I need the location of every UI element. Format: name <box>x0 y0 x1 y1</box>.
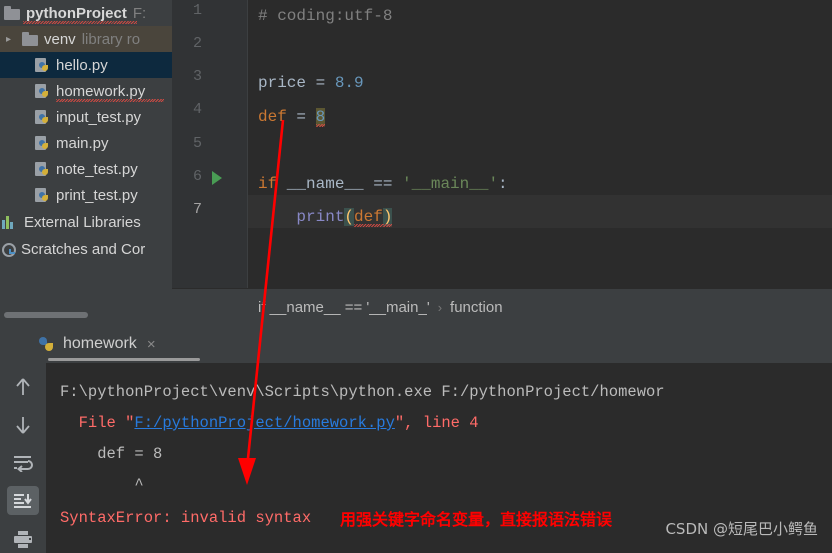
console-line-command: F:\pythonProject\venv\Scripts\python.exe… <box>60 383 665 401</box>
close-icon[interactable]: × <box>147 336 156 353</box>
console-line-caret: ^ <box>60 476 144 494</box>
console-line-file: File "F:/pythonProject/homework.py", lin… <box>60 414 479 432</box>
code-line-3: price = 8.9 <box>258 74 364 92</box>
tree-item-hello-py[interactable]: hello.py <box>0 52 172 78</box>
tree-item-label: pythonProject <box>26 4 127 22</box>
breadcrumb-segment-function[interactable]: function <box>450 299 503 316</box>
spellcheck-squiggle <box>23 21 137 24</box>
tree-item-main-py[interactable]: main.py <box>0 130 172 156</box>
python-file-icon <box>38 336 55 353</box>
folder-icon <box>22 31 39 48</box>
scratches-clock-icon <box>2 243 16 257</box>
folder-icon <box>4 5 21 22</box>
print-icon[interactable] <box>7 524 39 553</box>
line-number: 7 <box>192 201 202 218</box>
down-arrow-icon[interactable] <box>7 411 39 440</box>
code-line-1: # coding:utf-8 <box>258 7 393 25</box>
python-file-icon <box>34 135 51 152</box>
matching-paren: ( <box>344 208 355 226</box>
python-file-icon <box>34 161 51 178</box>
code-line-7: print(def) <box>296 208 393 226</box>
line-number: 6 <box>192 168 202 185</box>
up-arrow-icon[interactable] <box>7 373 39 402</box>
run-gutter-icon[interactable] <box>212 171 222 185</box>
code-line-6: if __name__ == '__main__': <box>258 174 508 193</box>
run-tab-bar: homework × <box>22 325 832 363</box>
tree-item-label: input_test.py <box>56 108 142 126</box>
tree-item-label: External Libraries <box>24 213 141 231</box>
python-file-icon <box>34 83 51 100</box>
editor-gutter[interactable]: 1 2 3 4 5 6 7 <box>172 0 248 288</box>
python-file-icon <box>34 109 51 126</box>
chevron-right-icon: › <box>437 299 443 315</box>
code-text-area[interactable]: # coding:utf-8 price = 8.9 def = 8 if __… <box>248 0 832 288</box>
run-tool-window: homework × F:\pythonProject\venv\Scripts… <box>0 325 832 553</box>
line-number: 4 <box>192 101 202 118</box>
soft-wrap-icon[interactable] <box>7 449 39 478</box>
matching-paren: ) <box>382 208 393 226</box>
line-number: 3 <box>192 68 202 85</box>
tree-item-homework-py[interactable]: homework.py <box>0 78 172 104</box>
libraries-icon <box>2 214 19 231</box>
tree-item-hint: F: <box>132 4 147 22</box>
run-tab-underline <box>48 358 200 361</box>
tree-item-label: note_test.py <box>56 160 138 178</box>
tree-item-hint: library ro <box>81 30 141 48</box>
python-file-icon <box>34 187 51 204</box>
run-toolbar <box>0 363 46 553</box>
breadcrumb: if __name__ == '__main_' › function <box>172 288 832 325</box>
tree-item-external-libraries[interactable]: External Libraries <box>0 209 172 235</box>
tree-item-note-test-py[interactable]: note_test.py <box>0 156 172 182</box>
tree-item-print-test-py[interactable]: print_test.py <box>0 182 172 208</box>
line-number: 2 <box>192 35 202 52</box>
run-tab-label: homework <box>63 335 137 352</box>
tree-item-venv[interactable]: ▸ venv library ro <box>0 26 172 52</box>
tree-item-pythonproject[interactable]: pythonProject F: <box>0 0 172 26</box>
line-number: 1 <box>192 2 202 19</box>
annotation-chinese-note: 用强关键字命名变量，直接报语法错误 <box>340 510 613 529</box>
console-line-error: SyntaxError: invalid syntax <box>60 509 312 527</box>
tree-item-label: homework.py <box>56 82 146 100</box>
chevron-right-icon[interactable]: ▸ <box>6 34 11 45</box>
code-editor[interactable]: 1 2 3 4 5 6 7 # coding:utf-8 price = 8.9… <box>172 0 832 288</box>
tree-item-input-test-py[interactable]: input_test.py <box>0 104 172 130</box>
console-line-code: def = 8 <box>60 445 163 463</box>
error-highlight-token: 8 <box>315 107 326 126</box>
scroll-to-end-icon[interactable] <box>7 486 39 516</box>
spellcheck-squiggle <box>56 99 164 102</box>
tree-item-label: venv <box>44 30 76 48</box>
watermark: CSDN @短尾巴小鳄鱼 <box>665 520 818 538</box>
project-panel-hscrollbar[interactable] <box>4 312 88 318</box>
breadcrumb-segment-if[interactable]: if __name__ == '__main_' <box>258 299 430 316</box>
console-output[interactable]: F:\pythonProject\venv\Scripts\python.exe… <box>46 363 832 553</box>
pycharm-window: pythonProject F: ▸ venv library ro hello… <box>0 0 832 553</box>
line-number: 5 <box>192 135 202 152</box>
tree-item-label: hello.py <box>56 56 108 74</box>
tree-item-scratches-and-consoles[interactable]: Scratches and Cor <box>0 236 172 262</box>
code-line-4: def = 8 <box>258 107 326 126</box>
python-file-icon <box>34 57 51 74</box>
tree-item-label: print_test.py <box>56 186 138 204</box>
tree-item-label: main.py <box>56 134 109 152</box>
project-tool-window: pythonProject F: ▸ venv library ro hello… <box>0 0 172 325</box>
tree-item-label: Scratches and Cor <box>21 240 146 258</box>
file-link[interactable]: F:/pythonProject/homework.py <box>134 414 394 432</box>
